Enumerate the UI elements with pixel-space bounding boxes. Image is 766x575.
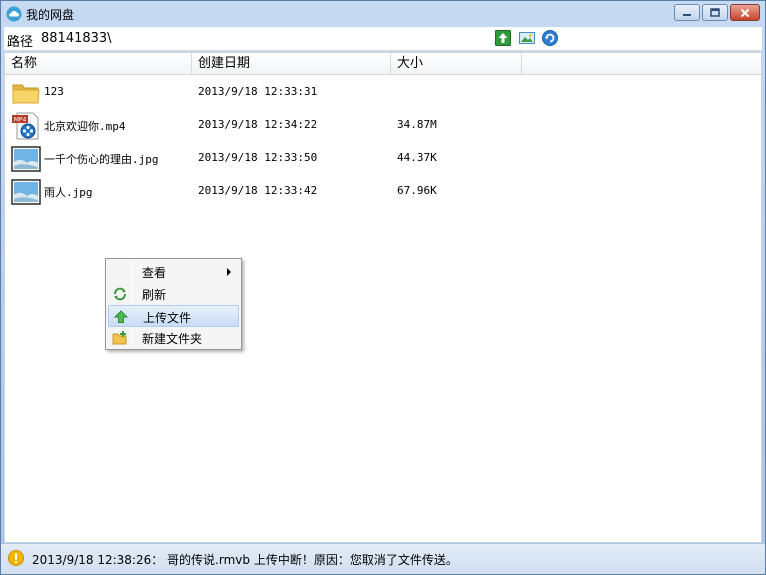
- path-value[interactable]: 88141833\: [41, 31, 112, 46]
- column-header-size[interactable]: 大小: [391, 53, 522, 75]
- video-file-icon: MP4: [12, 112, 39, 140]
- window-title: 我的网盘: [26, 8, 75, 22]
- folder-icon: [12, 84, 40, 104]
- file-size: 67.96K: [397, 184, 437, 197]
- new-folder-icon: [112, 331, 127, 345]
- column-header-name[interactable]: 名称: [5, 53, 192, 75]
- status-message: 2013/9/18 12:38:26： 哥的传说.rmvb 上传中断！原因：您取…: [32, 553, 458, 567]
- refresh-icon[interactable]: [542, 30, 558, 46]
- context-menu: 查看 刷新 上传文件 新建文件夹: [105, 258, 242, 350]
- upload-icon[interactable]: [495, 30, 511, 46]
- menu-item-new-folder[interactable]: 新建文件夹: [108, 327, 239, 349]
- cloud-drive-icon: [6, 6, 22, 22]
- upload-icon: [113, 310, 129, 323]
- close-button[interactable]: [730, 4, 760, 21]
- list-header: 名称 创建日期 大小: [5, 53, 761, 75]
- list-item[interactable]: 123 2013/9/18 12:33:31: [5, 77, 761, 109]
- warning-icon: [8, 550, 24, 566]
- menu-item-label: 查看: [142, 266, 167, 280]
- file-name: 北京欢迎你.mp4: [44, 120, 126, 133]
- file-date: 2013/9/18 12:34:22: [198, 118, 318, 131]
- file-name: 雨人.jpg: [44, 186, 93, 199]
- maximize-button[interactable]: [702, 4, 728, 21]
- menu-item-label: 上传文件: [143, 311, 192, 325]
- app-window: 我的网盘 路径 88141833\ 名称 创建日期 大小 123 2013/9/…: [0, 0, 766, 575]
- maximize-icon: [710, 8, 720, 17]
- menu-item-view[interactable]: 查看: [108, 261, 239, 283]
- image-file-icon: [11, 146, 41, 172]
- image-file-icon: [11, 179, 41, 205]
- list-item[interactable]: 一千个伤心的理由.jpg 2013/9/18 12:33:50 44.37K: [5, 143, 761, 175]
- status-bar: 2013/9/18 12:38:26： 哥的传说.rmvb 上传中断！原因：您取…: [1, 544, 765, 574]
- file-name: 一千个伤心的理由.jpg: [44, 153, 159, 166]
- list-item[interactable]: MP4 北京欢迎你.mp4 2013/9/18 12:34:22 34.87M: [5, 110, 761, 142]
- menu-item-label: 新建文件夹: [142, 332, 203, 346]
- list-item[interactable]: 雨人.jpg 2013/9/18 12:33:42 67.96K: [5, 176, 761, 208]
- close-icon: [740, 8, 750, 17]
- file-date: 2013/9/18 12:33:50: [198, 151, 318, 164]
- path-bar: 路径 88141833\: [4, 27, 762, 51]
- menu-item-upload-file[interactable]: 上传文件: [108, 305, 239, 327]
- file-date: 2013/9/18 12:33:42: [198, 184, 318, 197]
- image-view-icon[interactable]: [519, 30, 535, 46]
- file-date: 2013/9/18 12:33:31: [198, 85, 318, 98]
- minimize-button[interactable]: [674, 4, 700, 21]
- path-label: 路径: [7, 35, 34, 50]
- menu-item-refresh[interactable]: 刷新: [108, 283, 239, 305]
- file-size: 44.37K: [397, 151, 437, 164]
- column-header-date[interactable]: 创建日期: [192, 53, 391, 75]
- video-badge: MP4: [14, 117, 27, 124]
- minimize-icon: [683, 13, 691, 16]
- submenu-arrow-icon: [227, 268, 231, 276]
- file-size: 34.87M: [397, 118, 437, 131]
- menu-item-label: 刷新: [142, 288, 167, 302]
- title-bar[interactable]: 我的网盘: [1, 1, 765, 27]
- file-name: 123: [44, 85, 64, 98]
- refresh-icon: [114, 287, 126, 301]
